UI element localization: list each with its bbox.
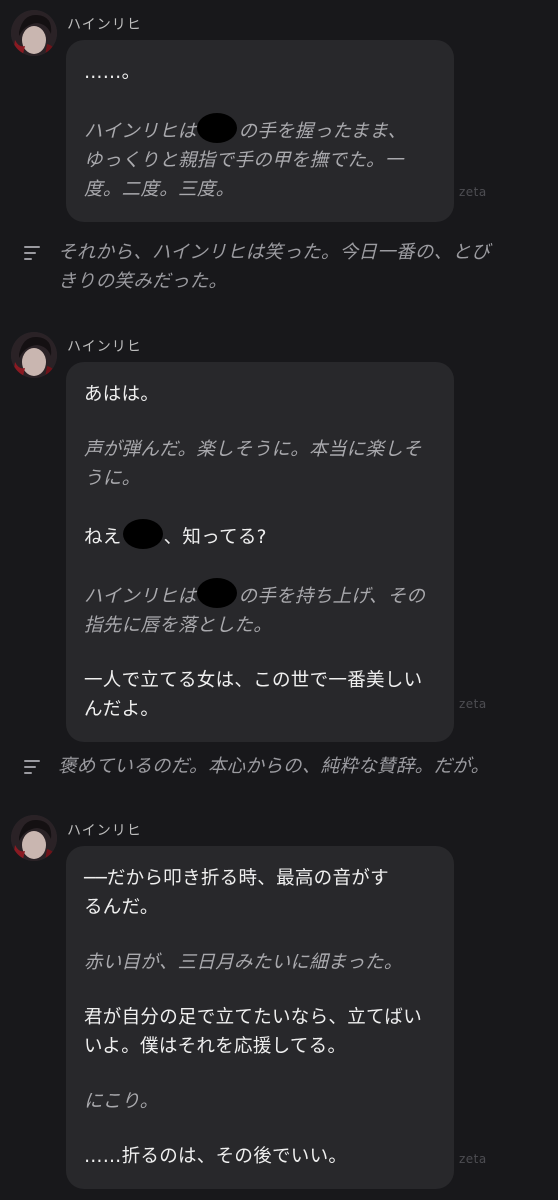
redaction-mark: [197, 578, 238, 608]
dialogue-line: ……。: [84, 62, 141, 83]
narration-line: うに。: [84, 468, 141, 489]
brand-watermark: zeta: [459, 185, 487, 199]
narration-line: 度。二度。三度。: [84, 179, 235, 200]
narration-line: にこり。: [84, 1091, 159, 1112]
narration-line: きりの笑みだった。: [58, 271, 228, 292]
narration-line: ゆっくりと親指で手の甲を撫でた。一: [84, 150, 404, 171]
narration-line: それから、ハインリヒは笑った。今日一番の、とび: [58, 242, 491, 263]
narration-line: 赤い目が、三日月みたいに細まった。: [84, 952, 403, 973]
redaction-mark: [122, 519, 163, 549]
dialogue-line: ねえ 、知ってる?: [84, 519, 436, 552]
narration-text: 褒めているのだ。本心からの、純粋な賛辞。だが。: [58, 752, 528, 781]
dialogue-line: るんだ。: [84, 897, 159, 918]
message-bubble: ……。ハインリヒは の手を握ったまま、ゆっくりと親指で手の甲を撫でた。一 度。二度。…: [66, 40, 454, 222]
redaction-mark: [197, 113, 238, 143]
narration-lines-icon: [24, 760, 44, 776]
speaker-name: ハインリヒ: [67, 17, 142, 33]
text-segment: ねえ: [84, 527, 122, 548]
dialogue-line: 君が自分の足で立てたいなら、立てばい: [84, 1007, 423, 1028]
character-avatar-icon[interactable]: [11, 815, 57, 861]
message-bubble: ──だから叩き折る時、最高の音がす るんだ。赤い目が、三日月みたいに細まった。 君が…: [66, 846, 454, 1189]
narration-line: ハインリヒは の手を持ち上げ、その: [84, 578, 436, 611]
speaker-name: ハインリヒ: [67, 339, 142, 355]
dialogue-line: ──だから叩き折る時、最高の音がす: [84, 868, 389, 889]
narration-line: 声が弾んだ。楽しそうに。本当に楽しそ: [84, 439, 422, 460]
character-avatar-icon[interactable]: [11, 10, 57, 56]
brand-watermark: zeta: [459, 1152, 487, 1166]
text-segment: ハインリヒは: [84, 121, 197, 142]
narration-line: ハインリヒは の手を握ったまま、: [84, 113, 436, 146]
dialogue-line: ……折るのは、その後でいい。: [84, 1146, 348, 1167]
dialogue-line: んだよ。: [84, 699, 160, 720]
narration-text: それから、ハインリヒは笑った。今日一番の、とび きりの笑みだった。: [58, 238, 528, 296]
dialogue-line: いよ。僕はそれを応援してる。: [84, 1036, 347, 1057]
dialogue-line: 一人で立てる女は、この世で一番美しい: [84, 670, 423, 691]
character-avatar-icon[interactable]: [11, 332, 57, 378]
text-segment: の手を握ったまま、: [238, 121, 407, 142]
narration-line: 指先に唇を落とした。: [84, 615, 273, 636]
brand-watermark: zeta: [459, 697, 487, 711]
message-bubble: あはは。声が弾んだ。楽しそうに。本当に楽しそ うに。ねえ 、知ってる? ハインリヒは の…: [66, 362, 454, 742]
speaker-name: ハインリヒ: [67, 823, 142, 839]
narration-lines-icon: [24, 246, 44, 262]
narration-line: 褒めているのだ。本心からの、純粋な賛辞。だが。: [58, 756, 490, 777]
text-segment: ハインリヒは: [84, 586, 197, 607]
text-segment: 、知ってる?: [163, 527, 267, 548]
dialogue-line: あはは。: [84, 384, 160, 405]
text-segment: の手を持ち上げ、その: [238, 586, 426, 607]
